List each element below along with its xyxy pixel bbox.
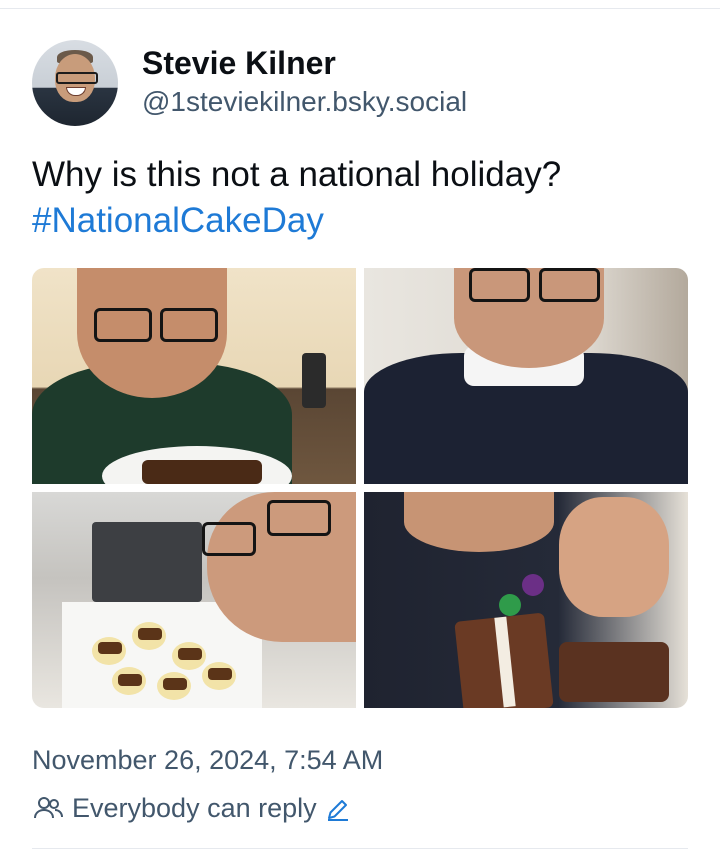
gas-hob — [92, 522, 202, 602]
cake-slice — [142, 460, 262, 484]
pencil-icon[interactable] — [325, 796, 351, 822]
photo-box-of-cupcakes[interactable] — [32, 492, 356, 708]
bottom-divider — [32, 848, 688, 849]
author-names: Stevie Kilner @1steviekilner.bsky.social — [142, 44, 467, 120]
chocolate-topping — [163, 678, 187, 690]
author-handle[interactable]: @1steviekilner.bsky.social — [142, 84, 467, 120]
glasses-lens-left — [469, 268, 530, 302]
photo-man-with-cake-on-plate[interactable] — [32, 268, 356, 484]
post-timestamp[interactable]: November 26, 2024, 7:54 AM — [32, 742, 383, 778]
people-icon — [34, 797, 63, 819]
chocolate-topping — [118, 674, 142, 686]
post-text: Why is this not a national holiday? #Nat… — [32, 152, 561, 244]
chocolate-topping — [138, 628, 162, 640]
green-badge — [499, 594, 521, 616]
post-body: Why is this not a national holiday? — [32, 155, 562, 194]
avatar[interactable] — [32, 40, 118, 126]
purple-badge — [522, 574, 544, 596]
glasses-lens-right — [267, 500, 331, 536]
hashtag-link[interactable]: #NationalCakeDay — [32, 198, 561, 244]
post-header: Stevie Kilner @1steviekilner.bsky.social — [32, 40, 467, 126]
face — [404, 492, 554, 552]
glasses-lens-left — [94, 308, 152, 342]
glasses-lens-right — [160, 308, 218, 342]
author-display-name[interactable]: Stevie Kilner — [142, 44, 467, 82]
glasses-lens-left — [202, 522, 256, 556]
image-gallery — [32, 268, 688, 708]
chocolate-topping — [178, 648, 202, 660]
thumbs-up-hand — [559, 497, 669, 617]
reply-settings[interactable]: Everybody can reply — [32, 790, 351, 826]
photo-man-smiling-in-jumper[interactable] — [364, 268, 688, 484]
top-divider — [0, 8, 720, 9]
glasses-lens-right — [539, 268, 600, 302]
chocolate-topping — [208, 668, 232, 680]
chocolate-topping — [98, 642, 122, 654]
avatar-glasses — [56, 72, 98, 84]
photo-thumbs-up-with-cake-slice[interactable] — [364, 492, 688, 708]
cordless-phone — [302, 353, 326, 408]
second-cake-slice — [559, 642, 669, 702]
reply-setting-label: Everybody can reply — [72, 793, 317, 823]
